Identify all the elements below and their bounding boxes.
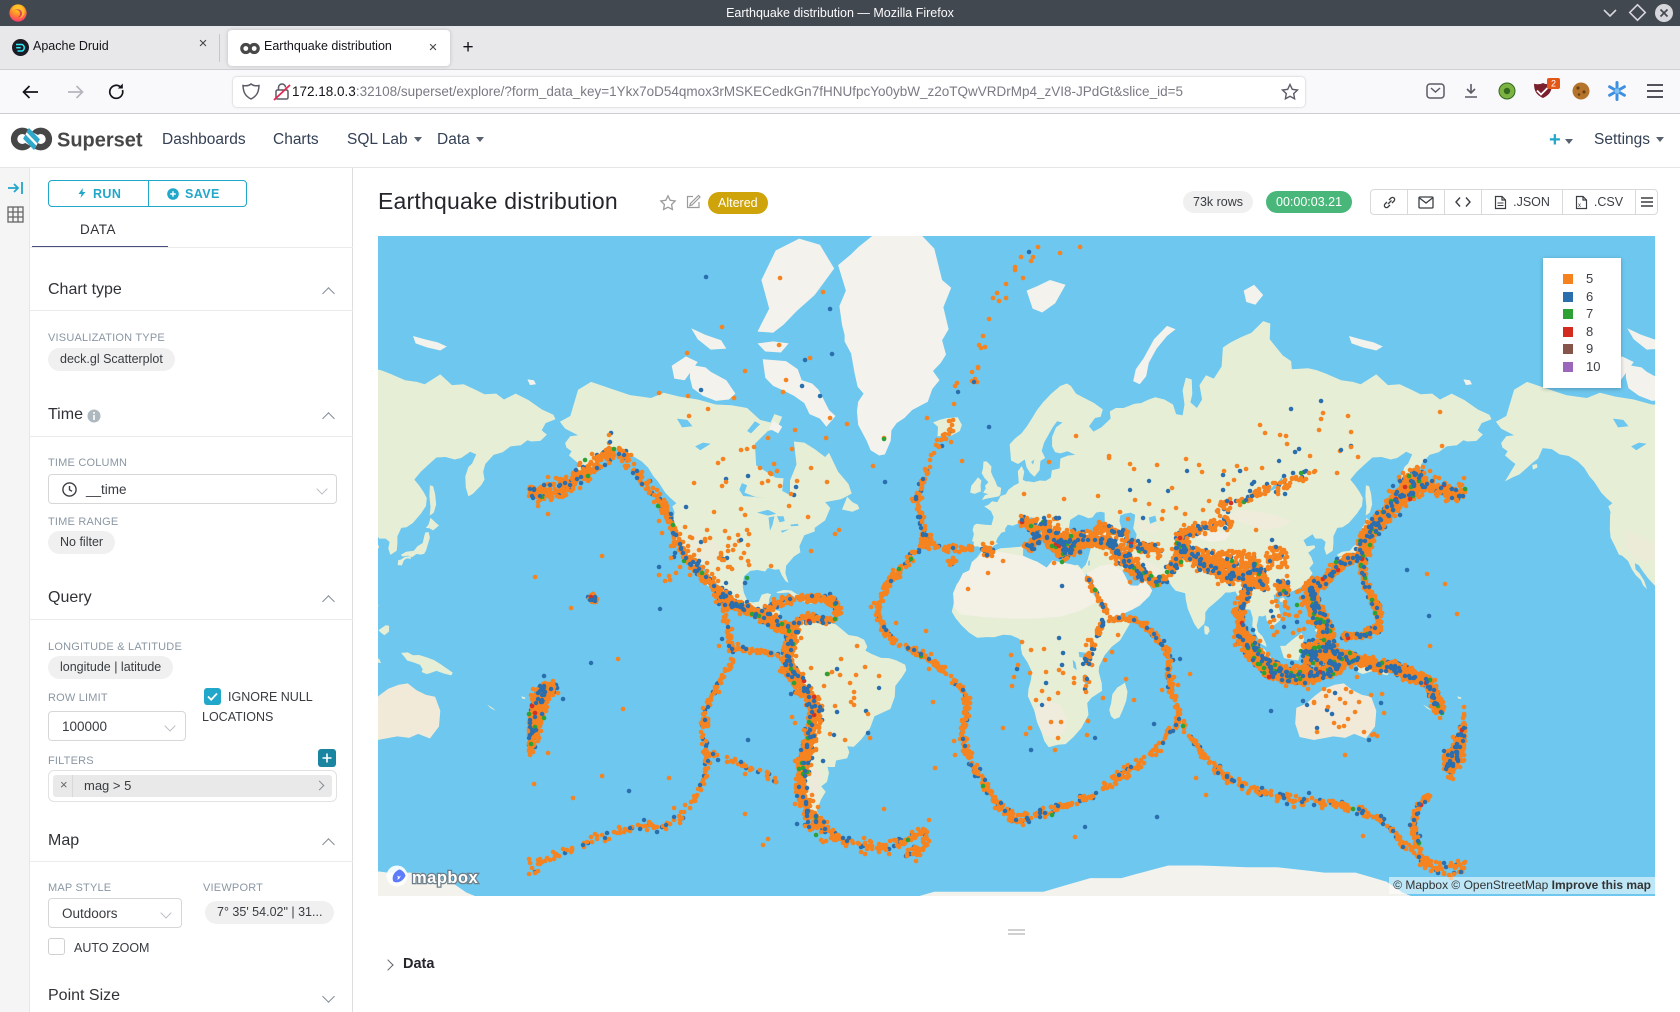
svg-text:2: 2 (1551, 79, 1556, 89)
svg-text:mapbox: mapbox (412, 869, 479, 887)
svg-text:x: x (1578, 203, 1581, 209)
svg-text:Superset: Superset (57, 130, 143, 152)
